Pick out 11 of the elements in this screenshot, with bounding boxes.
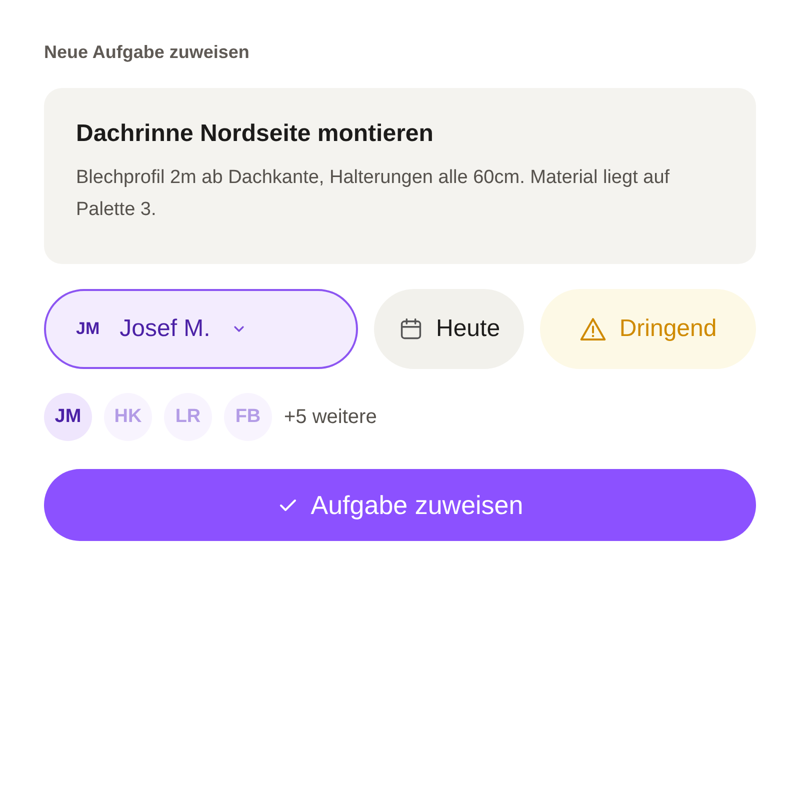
assignee-dropdown[interactable]: JM Josef M. — [44, 289, 358, 369]
calendar-icon — [398, 316, 424, 342]
warning-icon — [579, 316, 608, 342]
more-assignees-text: +5 weitere — [284, 406, 377, 428]
assign-task-button[interactable]: Aufgabe zuweisen — [44, 469, 756, 541]
priority-chip[interactable]: Dringend — [540, 289, 756, 369]
form-heading: Neue Aufgabe zuweisen — [44, 42, 250, 63]
task-title: Dachrinne Nordseite montieren — [76, 120, 434, 148]
task-description: Blechprofil 2m ab Dachkante, Halterungen alle 60cm. Material liegt auf Palette 3. — [76, 166, 671, 222]
date-chip[interactable]: Heute — [374, 289, 524, 369]
avatar-button[interactable]: JM — [44, 393, 92, 441]
